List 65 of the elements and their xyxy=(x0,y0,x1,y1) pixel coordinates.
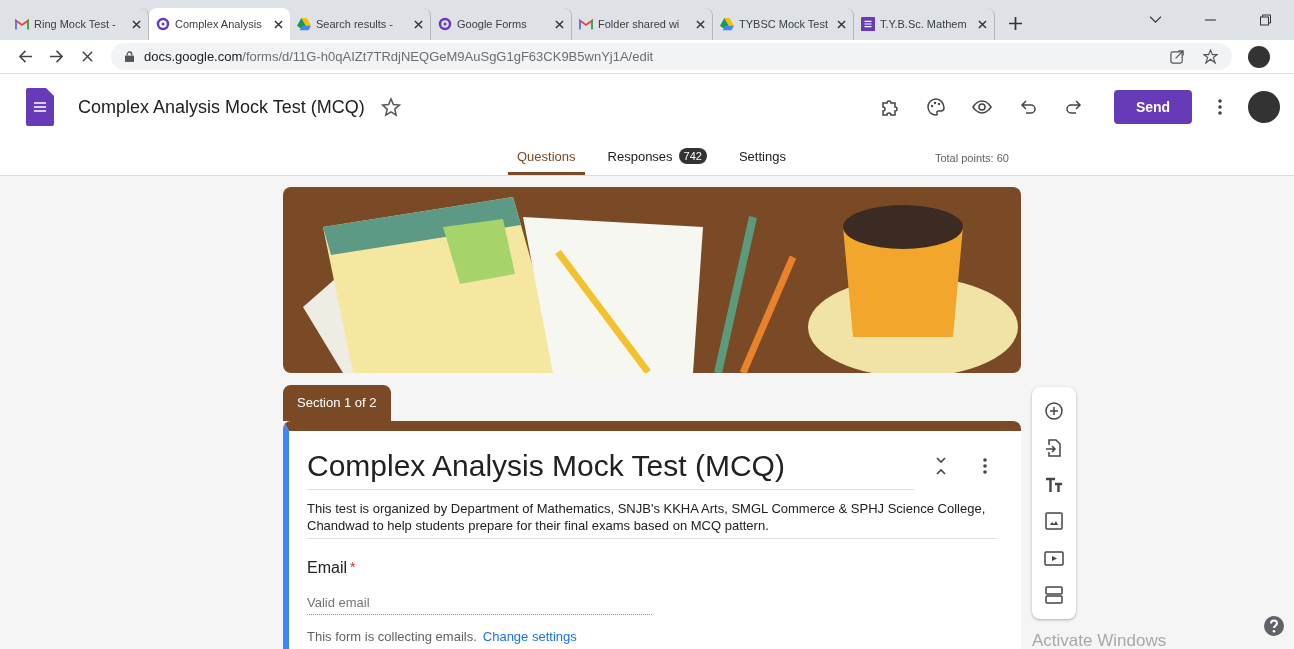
section-icon[interactable] xyxy=(1044,584,1064,605)
lock-icon xyxy=(125,51,134,62)
triangle-icon xyxy=(720,17,734,31)
close-icon[interactable] xyxy=(80,49,95,64)
close-icon[interactable] xyxy=(274,19,283,29)
avatar[interactable] xyxy=(1248,91,1280,123)
tab-title: TYBSC Mock Test xyxy=(739,18,830,30)
tab-title: Search results - xyxy=(316,18,395,30)
send-button[interactable]: Send xyxy=(1114,90,1192,124)
tab-title: Google Forms xyxy=(457,18,528,30)
close-icon[interactable] xyxy=(978,19,987,29)
undo-icon[interactable] xyxy=(1018,97,1038,117)
forward-icon[interactable] xyxy=(49,49,64,64)
collapse-icon[interactable] xyxy=(935,456,947,476)
help-icon[interactable] xyxy=(1264,616,1284,636)
forms-icon xyxy=(26,88,54,126)
close-icon[interactable] xyxy=(414,19,423,29)
tab-title: Ring Mock Test - xyxy=(34,18,117,30)
share-icon[interactable] xyxy=(1170,49,1185,64)
change-settings-link[interactable]: Change settings xyxy=(482,629,577,644)
form-tab[interactable]: Responses 742 xyxy=(598,140,716,175)
eye-icon[interactable] xyxy=(972,97,992,117)
more-icon[interactable] xyxy=(983,458,987,474)
ring-icon xyxy=(438,17,452,31)
mail-icon xyxy=(15,17,29,31)
address-field[interactable]: docs.google.com/forms/d/11G-h0qAIZt7TRdjNEQGeM9AuSgG1gF63CK9B5wnYj1A/edit xyxy=(111,43,1232,70)
tab-title: T.Y.B.Sc. Mathem xyxy=(880,18,968,30)
form-tab[interactable]: Settings xyxy=(729,140,795,175)
mail-icon xyxy=(579,17,593,31)
import-icon[interactable] xyxy=(1044,438,1064,458)
collecting-note: This form is collecting emails. xyxy=(307,629,477,644)
restore-icon[interactable] xyxy=(1259,14,1272,26)
triangle-icon xyxy=(297,17,311,31)
form-title: Complex Analysis Mock Test (MCQ) xyxy=(307,449,786,483)
tab-title: Folder shared wi xyxy=(598,18,681,30)
close-icon[interactable] xyxy=(555,19,564,29)
palette-icon[interactable] xyxy=(926,97,946,117)
image-icon[interactable] xyxy=(1044,511,1064,532)
add-circle-icon[interactable] xyxy=(1044,401,1064,422)
list-icon xyxy=(861,17,875,31)
browser-tab[interactable]: Complex Analysis xyxy=(149,8,290,40)
avatar[interactable] xyxy=(1248,45,1270,68)
url-text: docs.google.com/forms/d/11G-h0qAIZt7TRdjNEQGeM9AuSgG1gF63CK9B5wnYj1A/edit xyxy=(144,49,654,64)
required-mark: * xyxy=(350,559,356,575)
count-badge: 742 xyxy=(678,148,707,164)
email-label: Email xyxy=(307,559,347,576)
new-tab-icon[interactable] xyxy=(1009,17,1022,30)
close-icon[interactable] xyxy=(132,19,141,29)
chevron-down-icon[interactable] xyxy=(1149,14,1162,26)
ring-icon xyxy=(156,17,170,31)
more-icon[interactable] xyxy=(1218,99,1222,115)
back-icon[interactable] xyxy=(18,49,33,64)
star-icon[interactable] xyxy=(380,97,401,117)
tab-title: Complex Analysis xyxy=(175,18,263,30)
activation-notice: Activate Windows xyxy=(1032,631,1167,649)
total-points: Total points: 60 xyxy=(934,151,1009,164)
close-icon[interactable] xyxy=(696,19,705,29)
puzzle-icon[interactable] xyxy=(880,97,900,117)
close-icon[interactable] xyxy=(837,19,846,29)
redo-icon[interactable] xyxy=(1064,97,1084,117)
form-tab[interactable]: Questions xyxy=(508,140,585,175)
form-title: Complex Analysis Mock Test (MCQ) xyxy=(78,96,365,118)
email-field[interactable]: Valid email xyxy=(307,591,652,615)
form-description: This test is organized by Department of Mathematics, SNJB's KKHA Arts, SMGL Commerce & SPHJ Science College, Chandwad to help students prepare for their final exams based on MCQ pattern. xyxy=(307,500,997,539)
star-icon[interactable] xyxy=(1203,49,1218,64)
